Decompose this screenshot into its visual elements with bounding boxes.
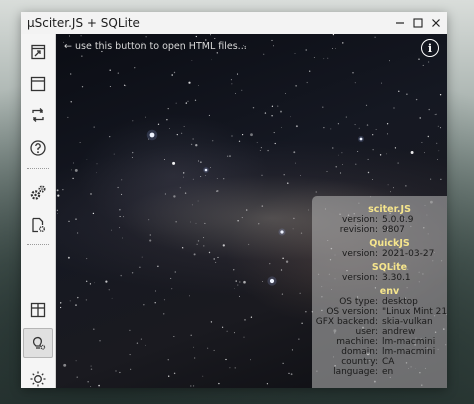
info-key: version: — [342, 273, 378, 283]
info-row: OS type: desktop — [312, 297, 447, 307]
info-key: domain: — [341, 347, 378, 357]
section-title-quickjs: QuickJS — [369, 238, 410, 249]
info-row: GFX backend: skia-vulkan — [312, 317, 447, 327]
titlebar: µSciter.JS + SQLite — [21, 12, 447, 35]
sidebar-toolbar — [21, 34, 56, 388]
info-icon: i — [427, 41, 433, 55]
window-button[interactable] — [23, 69, 53, 99]
info-key: revision: — [339, 225, 378, 235]
info-key: OS type: — [339, 297, 378, 307]
gears-icon — [30, 185, 46, 200]
info-value: skia-vulkan — [382, 317, 433, 327]
info-row: version: 5.0.0.9 — [312, 215, 447, 225]
info-key: country: — [341, 357, 378, 367]
refresh-icon — [32, 108, 44, 122]
window-icon — [30, 76, 46, 92]
section-title-sqlite: SQLite — [371, 262, 408, 273]
info-key: machine: — [336, 337, 378, 347]
info-value: 9807 — [382, 225, 405, 235]
open-html-icon — [31, 44, 46, 60]
info-row: revision: 9807 — [312, 225, 447, 235]
maximize-icon — [413, 18, 423, 28]
info-key: version: — [342, 215, 378, 225]
info-row: OS version: "Linux Mint 21" — [312, 307, 447, 317]
close-icon — [432, 19, 440, 27]
info-value: andrew — [382, 327, 416, 337]
info-value: lm-macmini — [382, 347, 436, 357]
info-value: 3.30.1 — [382, 273, 411, 283]
info-key: user: — [355, 327, 378, 337]
info-key: language: — [333, 367, 378, 377]
info-row: language: en — [312, 367, 447, 377]
info-row: user: andrew — [312, 327, 447, 337]
open-html-button[interactable] — [23, 37, 53, 67]
info-value: CA — [382, 357, 395, 367]
info-row: country: CA — [312, 357, 447, 367]
section-title-env: env — [379, 286, 400, 297]
help-icon — [30, 140, 46, 156]
info-value: 2021-03-27 — [382, 249, 435, 259]
info-button[interactable]: i — [421, 39, 439, 57]
window-controls — [391, 14, 447, 32]
lightbulb-icon — [32, 336, 46, 350]
info-value: lm-macmini — [382, 337, 436, 347]
maximize-button[interactable] — [409, 14, 427, 32]
settings-button[interactable] — [23, 178, 53, 208]
close-button[interactable] — [427, 14, 445, 32]
lightbulb-button[interactable] — [23, 328, 53, 358]
info-row: machine: lm-macmini — [312, 337, 447, 347]
minimize-icon — [396, 22, 404, 24]
grid-button[interactable] — [23, 295, 53, 325]
section-title-sciter: sciter.JS — [368, 204, 411, 215]
open-file-hint: ← use this button to open HTML files... — [64, 41, 247, 52]
info-panel: sciter.JS version: 5.0.0.9 revision: 980… — [312, 196, 447, 388]
minimize-button[interactable] — [391, 14, 409, 32]
info-value: 5.0.0.9 — [382, 215, 414, 225]
info-row: version: 3.30.1 — [312, 273, 447, 283]
info-key: OS version: — [326, 307, 378, 317]
info-row: version: 2021-03-27 — [312, 249, 447, 259]
refresh-button[interactable] — [23, 100, 53, 130]
help-button[interactable] — [23, 133, 53, 163]
sun-icon — [30, 371, 46, 387]
window-title: µSciter.JS + SQLite — [27, 16, 140, 30]
separator — [27, 244, 49, 245]
info-key: version: — [342, 249, 378, 259]
document-settings-icon — [32, 217, 45, 233]
app-window: µSciter.JS + SQLite ← use this button to… — [21, 12, 447, 388]
info-key: GFX backend: — [315, 317, 378, 327]
info-row: domain: lm-macmini — [312, 347, 447, 357]
content-area: ← use this button to open HTML files... … — [56, 34, 447, 388]
separator — [27, 168, 49, 169]
theme-button[interactable] — [23, 364, 53, 394]
grid-icon — [30, 302, 46, 318]
info-value: "Linux Mint 21" — [382, 307, 447, 317]
info-value: en — [382, 367, 394, 377]
info-value: desktop — [382, 297, 418, 307]
document-settings-button[interactable] — [23, 210, 53, 240]
